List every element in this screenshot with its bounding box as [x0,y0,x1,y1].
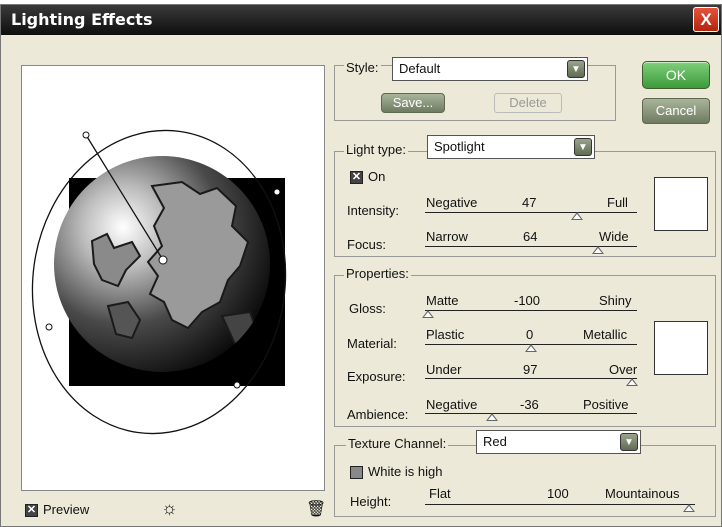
exposure-min-label: Under [426,362,462,377]
gloss-slider-thumb[interactable] [422,310,434,318]
preview-canvas [31,129,287,435]
lighting-effects-dialog: Lighting Effects X ✕ Preview ☼ 🗑 Style: … [0,4,722,527]
texture-group [334,445,716,517]
gloss-min-label: Matte [426,293,459,308]
delete-button[interactable]: Delete [494,93,562,113]
gloss-max-label: Shiny [599,293,632,308]
focus-label: Focus: [347,237,387,252]
exposure-max-label: Over [609,362,638,377]
window-title: Lighting Effects [11,10,153,29]
style-value: Default [399,61,441,76]
ambience-value: -36 [520,397,539,412]
gloss-slider[interactable] [425,310,637,311]
texture-channel-value: Red [483,434,507,449]
ambience-label: Ambience: [347,407,409,422]
exposure-value: 97 [523,362,538,377]
light-direction-handle[interactable] [82,131,90,139]
intensity-min-label: Negative [426,195,478,210]
light-on-checkbox[interactable]: ✕ [350,171,363,185]
preview-checkbox[interactable]: ✕ [25,504,38,518]
gloss-value: -100 [514,293,541,308]
ambience-min-label: Negative [426,397,478,412]
light-on-label: On [368,169,386,184]
chevron-down-icon: ▼ [574,138,592,156]
material-min-label: Plastic [426,327,465,342]
exposure-label: Exposure: [347,369,406,384]
height-max-label: Mountainous [605,486,680,501]
ambience-max-label: Positive [583,397,629,412]
ok-button[interactable]: OK [642,61,710,89]
preview-label: Preview [43,502,90,517]
focus-slider-thumb[interactable] [592,246,604,254]
chevron-down-icon: ▼ [567,60,585,78]
focus-slider[interactable] [425,246,637,247]
preview-checkbox-row[interactable]: ✕ Preview [25,502,90,518]
intensity-value: 47 [522,195,537,210]
height-slider[interactable] [425,504,695,505]
properties-color-swatch[interactable] [654,321,708,375]
intensity-slider[interactable] [425,212,637,213]
focus-min-label: Narrow [426,229,468,244]
save-button[interactable]: Save... [381,93,445,113]
intensity-slider-thumb[interactable] [571,212,583,220]
cancel-button[interactable]: Cancel [642,98,710,124]
exposure-slider-thumb[interactable] [626,378,638,386]
gloss-label: Gloss: [349,301,386,316]
style-label: Style: [344,60,381,75]
height-min-label: Flat [429,486,451,501]
exposure-slider[interactable] [425,378,637,379]
white-is-high-label: White is high [368,464,443,479]
ellipse-handle-right[interactable] [273,188,281,196]
light-on-row[interactable]: ✕ On [350,169,386,185]
ellipse-handle-left[interactable] [45,323,53,331]
height-label: Height: [350,494,392,509]
title-bar: Lighting Effects X [1,5,721,35]
light-type-label: Light type: [344,142,408,157]
height-value: 100 [547,486,569,501]
preview-area[interactable] [21,65,325,491]
ambience-slider-thumb[interactable] [486,413,498,421]
ambience-slider[interactable] [425,413,637,414]
material-slider-thumb[interactable] [525,344,537,352]
white-is-high-checkbox[interactable]: ✕ [350,466,363,480]
light-type-value: Spotlight [434,139,485,154]
height-slider-thumb[interactable] [683,504,695,512]
chevron-down-icon: ▼ [620,433,638,451]
focus-max-label: Wide [599,229,629,244]
material-value: 0 [526,327,534,342]
properties-label: Properties: [344,266,411,281]
close-button[interactable]: X [693,7,719,32]
light-bulb-icon[interactable]: ☼ [161,498,178,519]
style-dropdown[interactable]: Default ▼ [392,57,588,81]
material-max-label: Metallic [583,327,628,342]
texture-channel-label: Texture Channel: [346,436,449,451]
intensity-max-label: Full [607,195,628,210]
focus-value: 64 [523,229,538,244]
light-color-swatch[interactable] [654,177,708,231]
material-label: Material: [347,336,397,351]
trash-icon[interactable]: 🗑 [306,499,326,519]
light-center-handle[interactable] [158,255,168,265]
ellipse-handle-bottom[interactable] [233,381,241,389]
light-type-dropdown[interactable]: Spotlight ▼ [427,135,595,159]
white-is-high-row[interactable]: ✕ White is high [350,464,443,480]
texture-channel-dropdown[interactable]: Red ▼ [476,430,641,454]
intensity-label: Intensity: [347,203,400,218]
